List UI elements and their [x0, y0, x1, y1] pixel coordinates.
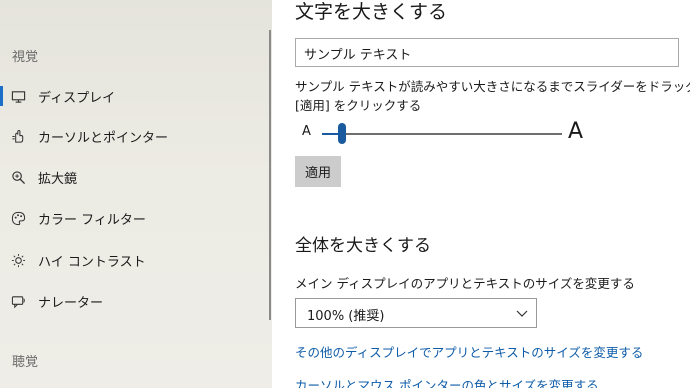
section-label-vision: 視覚	[12, 50, 39, 65]
selection-indicator	[0, 167, 3, 187]
sidebar-scrollbar[interactable]	[269, 30, 271, 320]
sidebar-item-label: カラー フィルター	[38, 212, 146, 228]
sidebar-item-label: ナレーター	[38, 295, 104, 311]
narrator-icon	[10, 293, 26, 309]
sample-text-box: サンプル テキスト	[295, 38, 679, 67]
sidebar-item-color-filter[interactable]: カラー フィルター	[0, 198, 272, 238]
text-size-slider[interactable]: A A	[295, 119, 595, 148]
sidebar-item-cursor-pointer[interactable]: カーソルとポインター	[0, 116, 272, 156]
selection-indicator	[0, 250, 3, 270]
sidebar-item-label: ディスプレイ	[38, 90, 116, 106]
slider-small-label: A	[302, 124, 311, 139]
text-size-description-line2: [適用] をクリックする	[295, 98, 422, 113]
section-label-hearing: 聴覚	[12, 355, 39, 370]
selection-indicator	[0, 126, 3, 146]
text-size-heading: 文字を大きくする	[295, 1, 448, 23]
slider-thumb[interactable]	[338, 123, 346, 144]
sidebar-item-label: 拡大鏡	[38, 171, 78, 187]
scale-dropdown-value: 100% (推奨)	[307, 309, 385, 324]
sidebar-item-high-contrast[interactable]: ハイ コントラスト	[0, 240, 272, 280]
chevron-down-icon	[516, 310, 528, 317]
everything-size-description: メイン ディスプレイのアプリとテキストのサイズを変更する	[295, 276, 635, 291]
slider-track[interactable]	[340, 133, 562, 135]
sidebar-item-label: カーソルとポインター	[38, 130, 169, 146]
slider-large-label: A	[568, 119, 584, 144]
sidebar-item-narrator[interactable]: ナレーター	[0, 281, 272, 321]
sidebar-item-label: ハイ コントラスト	[38, 254, 146, 270]
everything-size-heading: 全体を大きくする	[295, 236, 431, 256]
link-other-displays-scale[interactable]: その他のディスプレイでアプリとテキストのサイズを変更する	[295, 342, 643, 361]
color-palette-icon	[10, 210, 26, 226]
selection-indicator	[0, 208, 3, 228]
main-content: 文字を大きくする サンプル テキスト サンプル テキストが読みやすい大きさになる…	[272, 0, 690, 388]
magnifier-icon	[10, 169, 26, 185]
selection-indicator	[0, 291, 3, 311]
sidebar: 視覚 ディスプレイ カーソルとポインター 拡大鏡 カラー フィルター ハイ コン…	[0, 0, 272, 388]
text-size-description-line1: サンプル テキストが読みやすい大きさになるまでスライダーをドラッグし、	[295, 79, 690, 94]
sun-contrast-icon	[10, 252, 26, 268]
pointer-hand-icon	[10, 128, 26, 144]
sidebar-item-display[interactable]: ディスプレイ	[0, 76, 272, 116]
monitor-icon	[10, 88, 26, 104]
scale-dropdown[interactable]: 100% (推奨)	[295, 298, 537, 328]
link-cursor-color-size[interactable]: カーソルとマウス ポインターの色とサイズを変更する	[295, 375, 599, 388]
apply-button[interactable]: 適用	[295, 156, 341, 187]
sidebar-item-magnifier[interactable]: 拡大鏡	[0, 157, 272, 197]
selection-indicator	[0, 86, 3, 106]
